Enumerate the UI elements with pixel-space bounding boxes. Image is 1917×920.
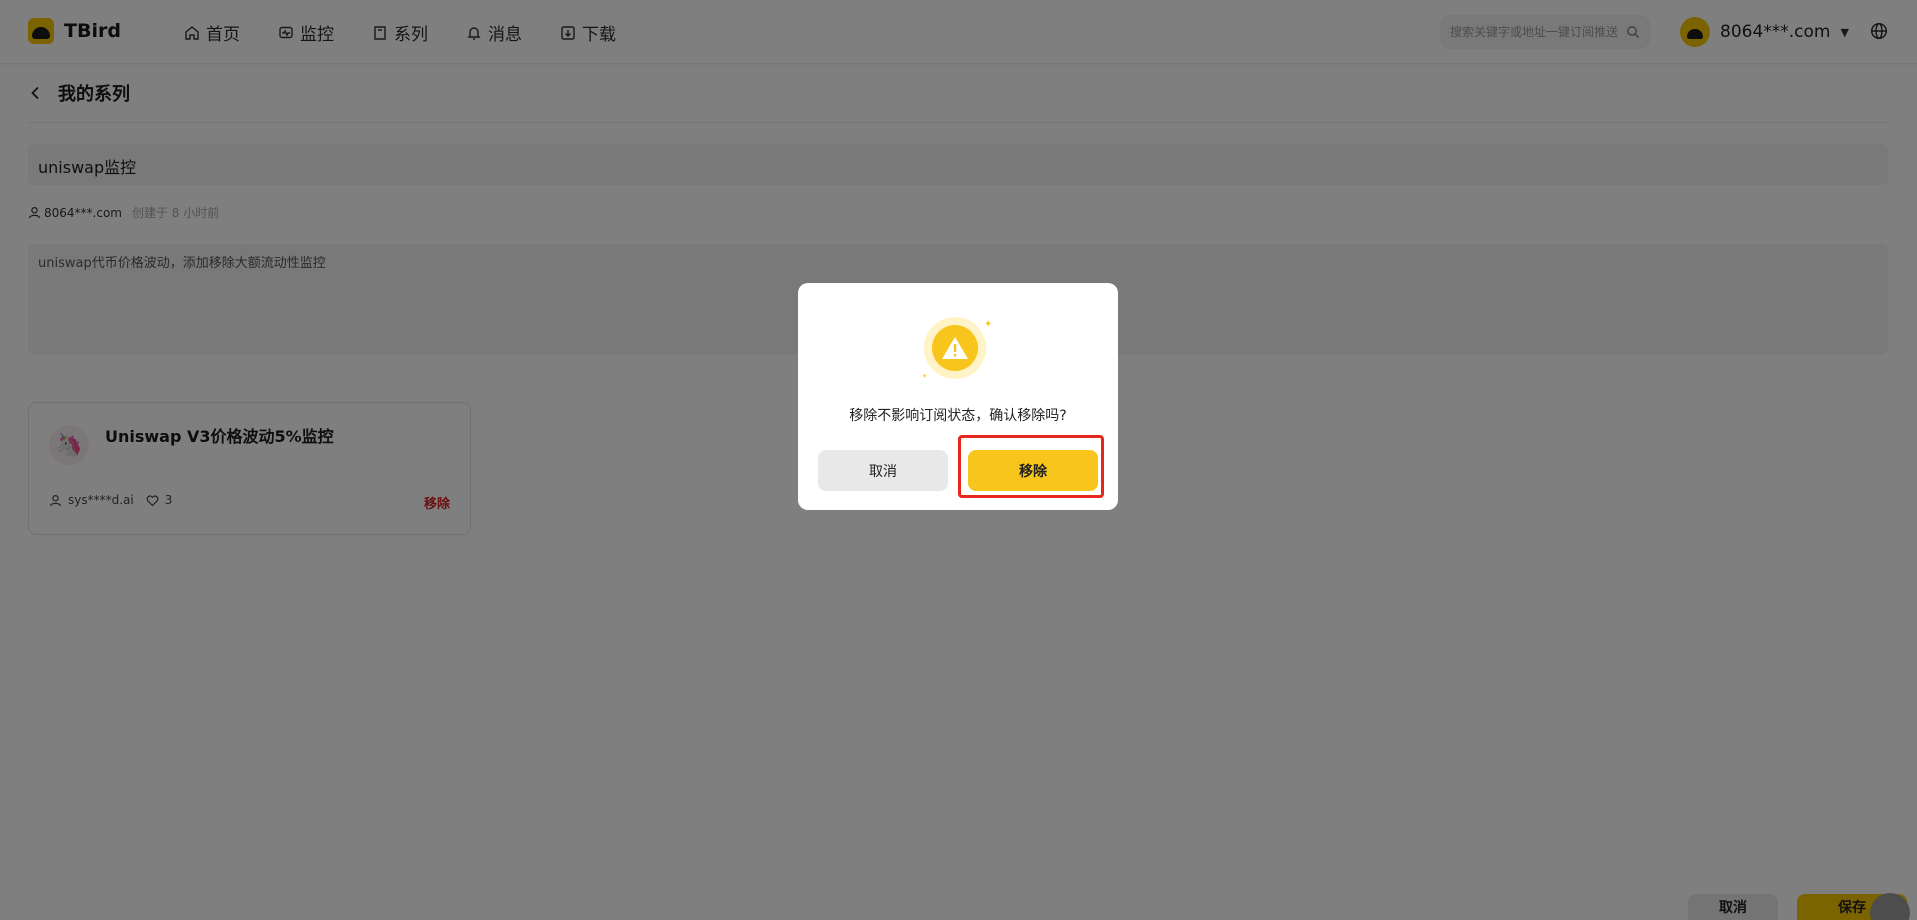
warning-icon xyxy=(932,325,978,371)
sparkle-icon: ✦ xyxy=(984,319,993,330)
dialog-message: 移除不影响订阅状态，确认移除吗? xyxy=(849,408,1067,424)
highlight-annotation xyxy=(958,435,1104,498)
sparkle-icon: ✦ xyxy=(922,373,928,380)
dialog-cancel-button[interactable]: 取消 xyxy=(818,450,948,491)
confirm-dialog: ✦ ✦ 移除不影响订阅状态，确认移除吗? 取消 移除 xyxy=(798,283,1118,510)
warning-illustration: ✦ ✦ xyxy=(922,317,994,383)
